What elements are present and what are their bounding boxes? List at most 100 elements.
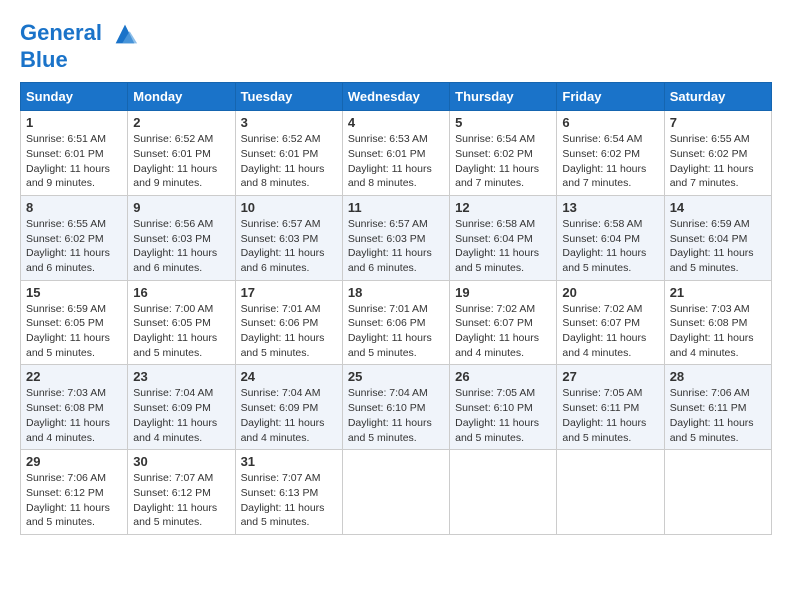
calendar-week-2: 8 Sunrise: 6:55 AM Sunset: 6:02 PM Dayli… [21,195,772,280]
calendar-cell: 6 Sunrise: 6:54 AM Sunset: 6:02 PM Dayli… [557,111,664,196]
calendar-cell: 25 Sunrise: 7:04 AM Sunset: 6:10 PM Dayl… [342,365,449,450]
calendar-table: SundayMondayTuesdayWednesdayThursdayFrid… [20,82,772,535]
calendar-week-5: 29 Sunrise: 7:06 AM Sunset: 6:12 PM Dayl… [21,450,772,535]
calendar-cell: 8 Sunrise: 6:55 AM Sunset: 6:02 PM Dayli… [21,195,128,280]
day-number: 12 [455,200,551,215]
calendar-week-4: 22 Sunrise: 7:03 AM Sunset: 6:08 PM Dayl… [21,365,772,450]
weekday-header-tuesday: Tuesday [235,83,342,111]
day-number: 27 [562,369,658,384]
day-info: Sunrise: 6:56 AM Sunset: 6:03 PM Dayligh… [133,217,229,276]
day-info: Sunrise: 6:53 AM Sunset: 6:01 PM Dayligh… [348,132,444,191]
calendar-cell: 15 Sunrise: 6:59 AM Sunset: 6:05 PM Dayl… [21,280,128,365]
day-number: 28 [670,369,766,384]
day-info: Sunrise: 6:57 AM Sunset: 6:03 PM Dayligh… [241,217,337,276]
calendar-cell: 10 Sunrise: 6:57 AM Sunset: 6:03 PM Dayl… [235,195,342,280]
calendar-cell: 9 Sunrise: 6:56 AM Sunset: 6:03 PM Dayli… [128,195,235,280]
day-number: 2 [133,115,229,130]
calendar-cell: 19 Sunrise: 7:02 AM Sunset: 6:07 PM Dayl… [450,280,557,365]
day-number: 29 [26,454,122,469]
day-number: 30 [133,454,229,469]
weekday-header-sunday: Sunday [21,83,128,111]
day-number: 6 [562,115,658,130]
day-number: 4 [348,115,444,130]
day-info: Sunrise: 7:01 AM Sunset: 6:06 PM Dayligh… [241,302,337,361]
day-number: 10 [241,200,337,215]
day-number: 17 [241,285,337,300]
calendar-cell: 27 Sunrise: 7:05 AM Sunset: 6:11 PM Dayl… [557,365,664,450]
calendar-header-row: SundayMondayTuesdayWednesdayThursdayFrid… [21,83,772,111]
day-info: Sunrise: 7:06 AM Sunset: 6:12 PM Dayligh… [26,471,122,530]
day-number: 23 [133,369,229,384]
day-number: 16 [133,285,229,300]
calendar-cell: 17 Sunrise: 7:01 AM Sunset: 6:06 PM Dayl… [235,280,342,365]
logo-icon [111,20,139,48]
calendar-cell [557,450,664,535]
day-info: Sunrise: 7:06 AM Sunset: 6:11 PM Dayligh… [670,386,766,445]
day-info: Sunrise: 6:52 AM Sunset: 6:01 PM Dayligh… [133,132,229,191]
day-number: 22 [26,369,122,384]
calendar-cell: 31 Sunrise: 7:07 AM Sunset: 6:13 PM Dayl… [235,450,342,535]
day-number: 13 [562,200,658,215]
day-info: Sunrise: 7:05 AM Sunset: 6:11 PM Dayligh… [562,386,658,445]
day-info: Sunrise: 7:03 AM Sunset: 6:08 PM Dayligh… [26,386,122,445]
day-number: 1 [26,115,122,130]
calendar-cell: 23 Sunrise: 7:04 AM Sunset: 6:09 PM Dayl… [128,365,235,450]
calendar-cell: 26 Sunrise: 7:05 AM Sunset: 6:10 PM Dayl… [450,365,557,450]
day-info: Sunrise: 7:02 AM Sunset: 6:07 PM Dayligh… [455,302,551,361]
day-info: Sunrise: 6:55 AM Sunset: 6:02 PM Dayligh… [670,132,766,191]
day-info: Sunrise: 6:57 AM Sunset: 6:03 PM Dayligh… [348,217,444,276]
day-number: 14 [670,200,766,215]
day-number: 7 [670,115,766,130]
day-info: Sunrise: 7:01 AM Sunset: 6:06 PM Dayligh… [348,302,444,361]
calendar-cell: 29 Sunrise: 7:06 AM Sunset: 6:12 PM Dayl… [21,450,128,535]
calendar-cell: 5 Sunrise: 6:54 AM Sunset: 6:02 PM Dayli… [450,111,557,196]
calendar-cell: 22 Sunrise: 7:03 AM Sunset: 6:08 PM Dayl… [21,365,128,450]
day-number: 15 [26,285,122,300]
day-info: Sunrise: 7:07 AM Sunset: 6:13 PM Dayligh… [241,471,337,530]
calendar-cell: 28 Sunrise: 7:06 AM Sunset: 6:11 PM Dayl… [664,365,771,450]
day-info: Sunrise: 6:51 AM Sunset: 6:01 PM Dayligh… [26,132,122,191]
calendar-cell: 11 Sunrise: 6:57 AM Sunset: 6:03 PM Dayl… [342,195,449,280]
calendar-cell: 1 Sunrise: 6:51 AM Sunset: 6:01 PM Dayli… [21,111,128,196]
calendar-cell: 14 Sunrise: 6:59 AM Sunset: 6:04 PM Dayl… [664,195,771,280]
calendar-cell [664,450,771,535]
calendar-cell: 21 Sunrise: 7:03 AM Sunset: 6:08 PM Dayl… [664,280,771,365]
logo-text: General [20,20,139,48]
calendar-week-1: 1 Sunrise: 6:51 AM Sunset: 6:01 PM Dayli… [21,111,772,196]
day-number: 18 [348,285,444,300]
calendar-cell [342,450,449,535]
day-number: 9 [133,200,229,215]
calendar-cell: 4 Sunrise: 6:53 AM Sunset: 6:01 PM Dayli… [342,111,449,196]
weekday-header-saturday: Saturday [664,83,771,111]
calendar-cell [450,450,557,535]
day-info: Sunrise: 6:52 AM Sunset: 6:01 PM Dayligh… [241,132,337,191]
calendar-cell: 30 Sunrise: 7:07 AM Sunset: 6:12 PM Dayl… [128,450,235,535]
calendar-cell: 7 Sunrise: 6:55 AM Sunset: 6:02 PM Dayli… [664,111,771,196]
day-info: Sunrise: 7:03 AM Sunset: 6:08 PM Dayligh… [670,302,766,361]
day-number: 25 [348,369,444,384]
calendar-cell: 16 Sunrise: 7:00 AM Sunset: 6:05 PM Dayl… [128,280,235,365]
day-number: 20 [562,285,658,300]
day-number: 11 [348,200,444,215]
day-number: 3 [241,115,337,130]
day-info: Sunrise: 7:04 AM Sunset: 6:10 PM Dayligh… [348,386,444,445]
calendar-cell: 2 Sunrise: 6:52 AM Sunset: 6:01 PM Dayli… [128,111,235,196]
day-info: Sunrise: 7:07 AM Sunset: 6:12 PM Dayligh… [133,471,229,530]
day-number: 8 [26,200,122,215]
calendar-cell: 13 Sunrise: 6:58 AM Sunset: 6:04 PM Dayl… [557,195,664,280]
day-number: 5 [455,115,551,130]
day-number: 24 [241,369,337,384]
calendar-cell: 12 Sunrise: 6:58 AM Sunset: 6:04 PM Dayl… [450,195,557,280]
day-number: 19 [455,285,551,300]
day-info: Sunrise: 7:05 AM Sunset: 6:10 PM Dayligh… [455,386,551,445]
calendar-week-3: 15 Sunrise: 6:59 AM Sunset: 6:05 PM Dayl… [21,280,772,365]
day-info: Sunrise: 6:55 AM Sunset: 6:02 PM Dayligh… [26,217,122,276]
calendar-cell: 18 Sunrise: 7:01 AM Sunset: 6:06 PM Dayl… [342,280,449,365]
calendar-cell: 24 Sunrise: 7:04 AM Sunset: 6:09 PM Dayl… [235,365,342,450]
day-info: Sunrise: 6:59 AM Sunset: 6:05 PM Dayligh… [26,302,122,361]
day-info: Sunrise: 7:02 AM Sunset: 6:07 PM Dayligh… [562,302,658,361]
day-info: Sunrise: 6:58 AM Sunset: 6:04 PM Dayligh… [562,217,658,276]
day-number: 21 [670,285,766,300]
day-number: 26 [455,369,551,384]
logo-line2: Blue [20,48,139,72]
